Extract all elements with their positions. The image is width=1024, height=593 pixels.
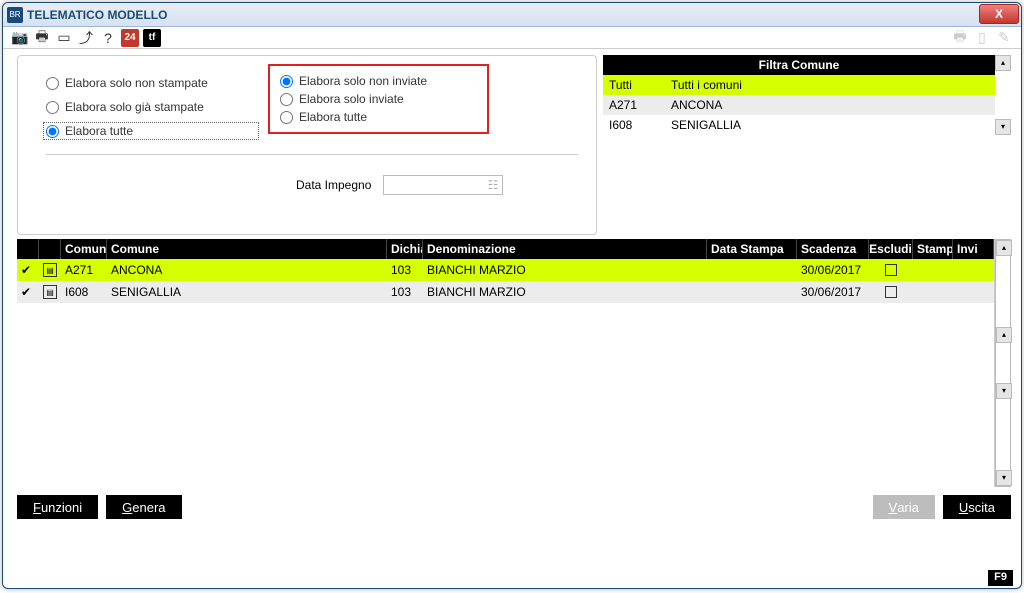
radio-solo-inviate[interactable]: Elabora solo inviate (280, 90, 427, 108)
table-row[interactable]: ▤ I608 SENIGALLIA 103 BIANCHI MARZIO 30/… (17, 281, 994, 303)
filtro-panel: Filtra Comune Tutti Tutti i comuni A271 … (603, 55, 1011, 235)
cell-code: A271 (61, 259, 107, 281)
table-row[interactable]: ▤ A271 ANCONA 103 BIANCHI MARZIO 30/06/2… (17, 259, 994, 281)
badge-24-icon[interactable]: 24 (121, 29, 139, 47)
cell-dich: 103 (387, 281, 423, 303)
cell-dich: 103 (387, 259, 423, 281)
filtro-code: I608 (603, 118, 671, 132)
camera-icon[interactable]: 📷 (11, 29, 29, 47)
btn-label: enera (132, 500, 165, 515)
badge-tf-icon[interactable]: tf (143, 29, 161, 47)
filtro-row[interactable]: Tutti Tutti i comuni (603, 75, 995, 95)
escludi-checkbox[interactable] (885, 264, 897, 276)
filtro-row[interactable]: I608 SENIGALLIA (603, 115, 995, 135)
col-denom: Denominazione (423, 239, 707, 259)
scroll-bottom-icon[interactable]: ▾ (996, 383, 1012, 399)
col-escludi: Escludi (869, 239, 913, 259)
scroll-up-icon[interactable]: ▴ (995, 55, 1011, 71)
data-impegno-label: Data Impegno (296, 178, 371, 192)
col-scadenza: Scadenza (797, 239, 869, 259)
col-comune: Comune (107, 239, 387, 259)
filtro-header: Filtra Comune (603, 55, 995, 75)
col-data-stampa: Data Stampa (707, 239, 797, 259)
filtro-row[interactable]: A271 ANCONA (603, 95, 995, 115)
radio-gia-stampate[interactable]: Elabora solo già stampate (46, 98, 256, 116)
cell-scadenza: 30/06/2017 (797, 281, 869, 303)
filtro-code: Tutti (603, 78, 671, 92)
btn-label: unzioni (41, 500, 82, 515)
calendar-icon[interactable]: ☷ (488, 178, 499, 192)
filtro-name: SENIGALLIA (671, 118, 995, 132)
cell-data-stampa (707, 259, 797, 281)
cell-denom: BIANCHI MARZIO (423, 281, 707, 303)
radio-label: Elabora solo già stampate (65, 100, 204, 114)
col-dichia: Dichia (387, 239, 423, 259)
cell-scadenza: 30/06/2017 (797, 259, 869, 281)
col-invi: Invi (953, 239, 994, 259)
col-comun: Comun (61, 239, 107, 259)
highlight-box: Elabora solo non inviate Elabora solo in… (268, 64, 489, 134)
radio-label: Elabora tutte (299, 110, 367, 124)
grid-scrollbar[interactable]: ▴ ▴ ▾ ▾ (995, 239, 1011, 487)
escludi-checkbox[interactable] (885, 286, 897, 298)
cell-data-stampa (707, 281, 797, 303)
content-area: Elabora solo non stampate Elabora solo g… (3, 49, 1021, 568)
data-impegno-input[interactable]: ☷ (383, 175, 503, 195)
radio-non-inviate[interactable]: Elabora solo non inviate (280, 72, 427, 90)
page-disabled-icon: ▯ (973, 29, 991, 47)
col-stamp: Stamp (913, 239, 953, 259)
doc-disabled-icon: 🖶 (951, 29, 969, 47)
radio-non-stampate[interactable]: Elabora solo non stampate (46, 74, 256, 92)
btn-label: aria (897, 500, 919, 515)
help-icon[interactable]: ? (99, 29, 117, 47)
cell-code: I608 (61, 281, 107, 303)
uscita-button[interactable]: Uscita (943, 495, 1011, 519)
detail-icon[interactable]: ▤ (43, 285, 57, 299)
footer: Funzioni Genera Varia Uscita (17, 495, 1011, 519)
radio-label: Elabora tutte (65, 124, 133, 138)
cell-comune: ANCONA (107, 259, 387, 281)
window-title: TELEMATICO MODELLO (27, 8, 167, 22)
radio-tutte-inviate[interactable]: Elabora tutte (280, 108, 427, 126)
funzioni-button[interactable]: Funzioni (17, 495, 98, 519)
toolbar: 📷 🖶 ▭ ⤴ ? 24 tf 🖶 ▯ ✎ (3, 27, 1021, 49)
upload-icon[interactable]: ⤴ (77, 29, 95, 47)
btn-label: scita (968, 500, 995, 515)
f9-indicator: F9 (988, 570, 1013, 586)
check-icon (21, 285, 35, 299)
genera-button[interactable]: Genera (106, 495, 181, 519)
scroll-up-icon[interactable]: ▴ (996, 240, 1012, 256)
open-icon[interactable]: ▭ (55, 29, 73, 47)
grid-header: Comun Comune Dichia Denominazione Data S… (17, 239, 994, 259)
main-grid: Comun Comune Dichia Denominazione Data S… (17, 239, 995, 487)
scroll-top-icon[interactable]: ▴ (996, 327, 1012, 343)
filtro-code: A271 (603, 98, 671, 112)
radio-label: Elabora solo non inviate (299, 74, 427, 88)
scroll-down-icon[interactable]: ▾ (996, 470, 1012, 486)
radio-tutte-stampate[interactable]: Elabora tutte (43, 122, 259, 140)
titlebar: BR TELEMATICO MODELLO X (3, 3, 1021, 27)
statusbar: F9 (3, 568, 1021, 588)
scroll-down-icon[interactable]: ▾ (995, 119, 1011, 135)
edit-disabled-icon: ✎ (995, 29, 1013, 47)
close-button[interactable]: X (979, 4, 1019, 24)
detail-icon[interactable]: ▤ (43, 263, 57, 277)
filtro-name: Tutti i comuni (671, 78, 995, 92)
options-panel: Elabora solo non stampate Elabora solo g… (17, 55, 597, 235)
radio-label: Elabora solo inviate (299, 92, 404, 106)
filtro-scrollbar[interactable]: ▴ ▾ (995, 55, 1011, 135)
app-icon: BR (7, 7, 23, 23)
check-icon (21, 263, 35, 277)
varia-button: Varia (873, 495, 935, 519)
app-window: BR TELEMATICO MODELLO X 📷 🖶 ▭ ⤴ ? 24 tf … (2, 2, 1022, 589)
filtro-name: ANCONA (671, 98, 995, 112)
cell-denom: BIANCHI MARZIO (423, 259, 707, 281)
print-icon[interactable]: 🖶 (33, 29, 51, 47)
radio-label: Elabora solo non stampate (65, 76, 208, 90)
cell-comune: SENIGALLIA (107, 281, 387, 303)
